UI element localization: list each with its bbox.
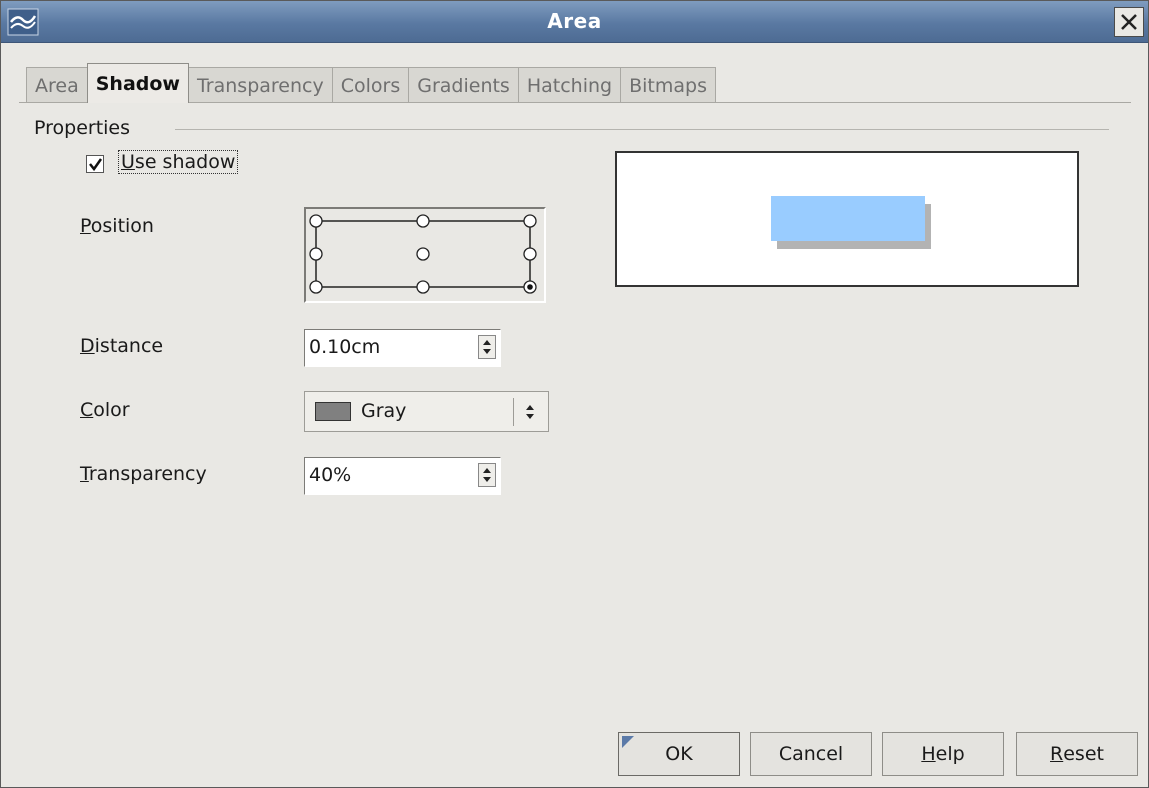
position-radio-center[interactable] <box>416 247 430 261</box>
spin-arrows-icon <box>483 468 491 482</box>
ok-button[interactable]: OK <box>618 732 740 776</box>
tab-bar: Area Shadow Transparency Colors Gradient… <box>26 63 716 103</box>
tab-area[interactable]: Area <box>26 67 88 103</box>
window-title: Area <box>547 9 602 33</box>
distance-label: Distance <box>80 335 164 357</box>
tab-transparency[interactable]: Transparency <box>187 67 333 103</box>
position-radio-bottom-right[interactable] <box>523 280 537 294</box>
updown-arrows-icon <box>526 405 534 419</box>
transparency-value: 40% <box>309 464 352 486</box>
shadow-color-select[interactable]: Gray <box>304 391 549 432</box>
position-radio-middle-left[interactable] <box>309 247 323 261</box>
reset-button[interactable]: Reset <box>1016 732 1138 776</box>
close-button[interactable] <box>1114 7 1144 37</box>
select-divider <box>513 398 514 426</box>
close-icon <box>1121 14 1137 30</box>
default-button-mark <box>622 736 634 748</box>
transparency-spinbox[interactable]: 40% <box>304 457 501 495</box>
position-label: Position <box>80 215 154 237</box>
position-radio-top-right[interactable] <box>523 214 537 228</box>
position-radio-top-center[interactable] <box>416 214 430 228</box>
distance-value: 0.10cm <box>309 336 381 358</box>
tab-colors[interactable]: Colors <box>331 67 410 103</box>
tab-hatching[interactable]: Hatching <box>517 67 622 103</box>
tab-bitmaps[interactable]: Bitmaps <box>620 67 716 103</box>
color-swatch <box>315 402 351 421</box>
group-separator <box>175 129 1109 130</box>
distance-spinbox[interactable]: 0.10cm <box>304 329 501 367</box>
position-radio-bottom-center[interactable] <box>416 280 430 294</box>
use-shadow-label[interactable]: Use shadow <box>118 150 239 174</box>
transparency-label: Transparency <box>80 463 207 485</box>
transparency-spin-buttons[interactable] <box>478 463 496 487</box>
position-radio-group <box>309 214 537 294</box>
help-button[interactable]: Help <box>882 732 1004 776</box>
area-dialog: Area Area Shadow Transparency Colors Gra… <box>0 0 1149 788</box>
title-bar[interactable]: Area <box>1 1 1148 43</box>
tab-gradients[interactable]: Gradients <box>408 67 519 103</box>
checkmark-icon <box>89 158 103 172</box>
preview-object-rect <box>771 196 925 241</box>
shadow-preview <box>615 151 1079 287</box>
position-radio-bottom-left[interactable] <box>309 280 323 294</box>
distance-spin-buttons[interactable] <box>478 335 496 359</box>
cancel-button[interactable]: Cancel <box>750 732 872 776</box>
position-radio-top-left[interactable] <box>309 214 323 228</box>
tab-shadow[interactable]: Shadow <box>86 63 189 103</box>
use-shadow-checkbox[interactable] <box>86 155 104 173</box>
color-value: Gray <box>361 400 407 422</box>
spin-arrows-icon <box>483 340 491 354</box>
properties-group-label: Properties <box>34 117 131 139</box>
position-radio-middle-right[interactable] <box>523 247 537 261</box>
color-label: Color <box>80 399 130 421</box>
